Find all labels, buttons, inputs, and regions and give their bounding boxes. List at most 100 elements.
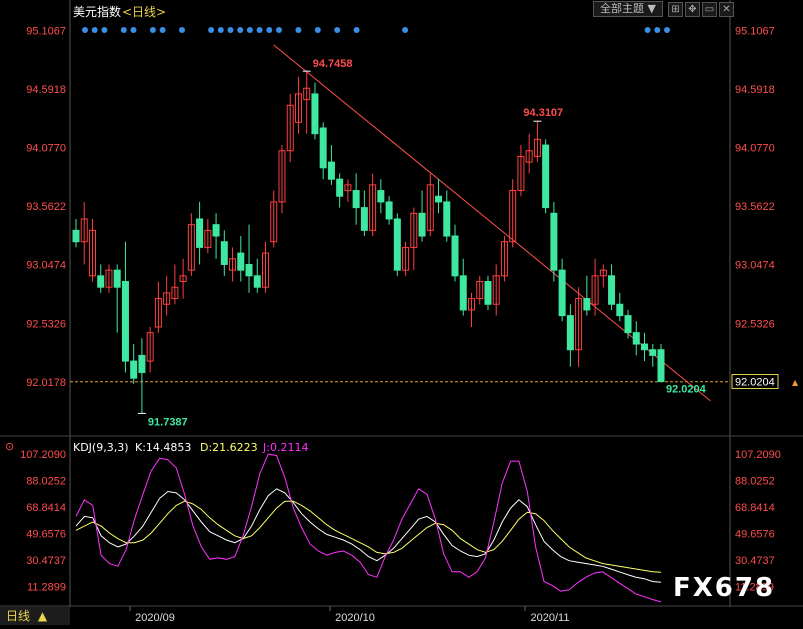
candle-body [443, 201, 451, 237]
candle-body [336, 178, 344, 197]
candle-body [608, 275, 616, 305]
candle-body [393, 218, 401, 271]
candle-body [451, 235, 459, 277]
price-tick-left: 94.5918 [26, 84, 66, 96]
candle-body [220, 241, 228, 265]
signal-dot [353, 27, 360, 33]
last-label: 92.0204 [666, 384, 707, 396]
x-tick-label: 2020/10 [335, 612, 375, 624]
price-tick-left: 92.0178 [26, 377, 66, 389]
candle-body [319, 127, 327, 169]
minimize-icon[interactable]: ▭ [702, 2, 717, 17]
signal-dot [208, 27, 215, 33]
candle-body [385, 201, 393, 220]
candle-body [649, 349, 657, 356]
candle-body [237, 252, 245, 271]
kdj-tick-left: 11.2899 [27, 582, 66, 594]
candle-body [558, 269, 566, 317]
candle-body [196, 218, 204, 248]
chevron-up-icon: ▲ [37, 609, 48, 623]
candle-body [327, 161, 335, 180]
chart-title: 美元指数 [73, 5, 122, 19]
price-tick-left: 93.0474 [26, 260, 66, 272]
price-tick-right: 93.0474 [735, 260, 775, 272]
last-price-tag-text: 92.0204 [735, 377, 775, 389]
signal-dot [246, 27, 253, 33]
candle-body [583, 298, 591, 311]
candle-body [550, 212, 558, 271]
candle-body [212, 224, 220, 237]
low-label: 91.7387 [148, 416, 188, 428]
period-label[interactable]: <日线> [122, 3, 166, 20]
close-icon[interactable]: ✕ [719, 2, 734, 17]
candle-body [113, 269, 121, 288]
candle-body [245, 263, 253, 277]
price-tick-left: 93.5622 [26, 201, 66, 213]
candle-body [97, 275, 105, 288]
candle-body [72, 229, 80, 243]
kdj-tick-right: 68.8414 [735, 502, 775, 514]
signal-dot [179, 27, 185, 33]
signal-dot [82, 27, 88, 33]
kdj-tick-right: 30.4737 [735, 555, 775, 567]
candle-body [459, 275, 467, 311]
kdj-tick-left: 88.0252 [26, 475, 66, 487]
price-tick-right: 94.0770 [735, 143, 775, 155]
signal-dot [644, 27, 651, 33]
signal-dot [334, 27, 341, 33]
theme-select[interactable]: 全部主题 ▼ [593, 1, 663, 17]
kdj-tick-left: 30.4737 [26, 555, 66, 567]
candle-body [657, 349, 665, 383]
signal-dot [654, 27, 661, 33]
candle-body [418, 212, 426, 237]
signal-dot [402, 27, 409, 33]
indicator-settings-icon[interactable]: ⊙ [5, 440, 14, 453]
signal-dot [276, 27, 282, 33]
candle-body [632, 332, 640, 345]
candle-body [377, 190, 385, 203]
grid-icon[interactable]: ⊞ [668, 2, 683, 17]
kdj-k-value: K:14.4853 [135, 441, 192, 454]
signal-dot [314, 27, 321, 33]
signal-dot [91, 27, 98, 33]
price-tick-right: 93.5622 [735, 201, 775, 213]
price-tick-right: 95.1067 [735, 26, 775, 38]
kdj-line-k [75, 488, 662, 583]
signal-dot [159, 27, 166, 33]
signal-dot [237, 27, 244, 33]
candle-body [121, 281, 129, 362]
kdj-line-j [75, 453, 662, 603]
price-arrow-icon: ▲ [792, 378, 799, 387]
high-label: 94.7458 [313, 58, 353, 70]
kdj-d-value: D:21.6223 [200, 441, 258, 454]
high2-label: 94.3107 [523, 107, 563, 119]
period-toggle[interactable]: 日线 ▲ [0, 607, 70, 625]
kdj-tick-left: 107.2090 [20, 449, 66, 461]
watermark-logo: FX678 [673, 573, 776, 603]
move-icon[interactable]: ✥ [685, 2, 700, 17]
price-tick-left: 94.0770 [26, 143, 66, 155]
price-tick-right: 92.5326 [735, 318, 775, 330]
price-tick-left: 92.5326 [26, 318, 66, 330]
candle-body [624, 315, 632, 334]
signal-dot [295, 27, 302, 33]
candle-body [641, 343, 649, 351]
candle-body [253, 275, 261, 288]
signal-dot [130, 27, 137, 33]
kdj-j-value: J:0.2114 [263, 441, 309, 454]
signal-dot [664, 27, 670, 33]
candle-body [542, 144, 550, 209]
signal-dot [149, 27, 156, 33]
candle-body [130, 360, 138, 379]
chevron-down-icon: ▼ [647, 2, 656, 15]
signal-dot [227, 27, 234, 33]
x-tick-label: 2020/11 [531, 612, 570, 624]
price-tick-right: 94.5918 [735, 84, 775, 96]
signal-dot [101, 27, 108, 33]
chart-stage: 95.1067 95.1067 94.5918 94.5918 94.0770 94.07… [0, 0, 803, 625]
candle-body [484, 281, 492, 305]
period-toggle-label: 日线 [6, 609, 31, 623]
kdj-tick-left: 49.6576 [26, 529, 66, 541]
chart-svg: 95.1067 95.1067 94.5918 94.5918 94.0770 94.07… [0, 0, 803, 624]
theme-select-label: 全部主题 [600, 2, 645, 15]
